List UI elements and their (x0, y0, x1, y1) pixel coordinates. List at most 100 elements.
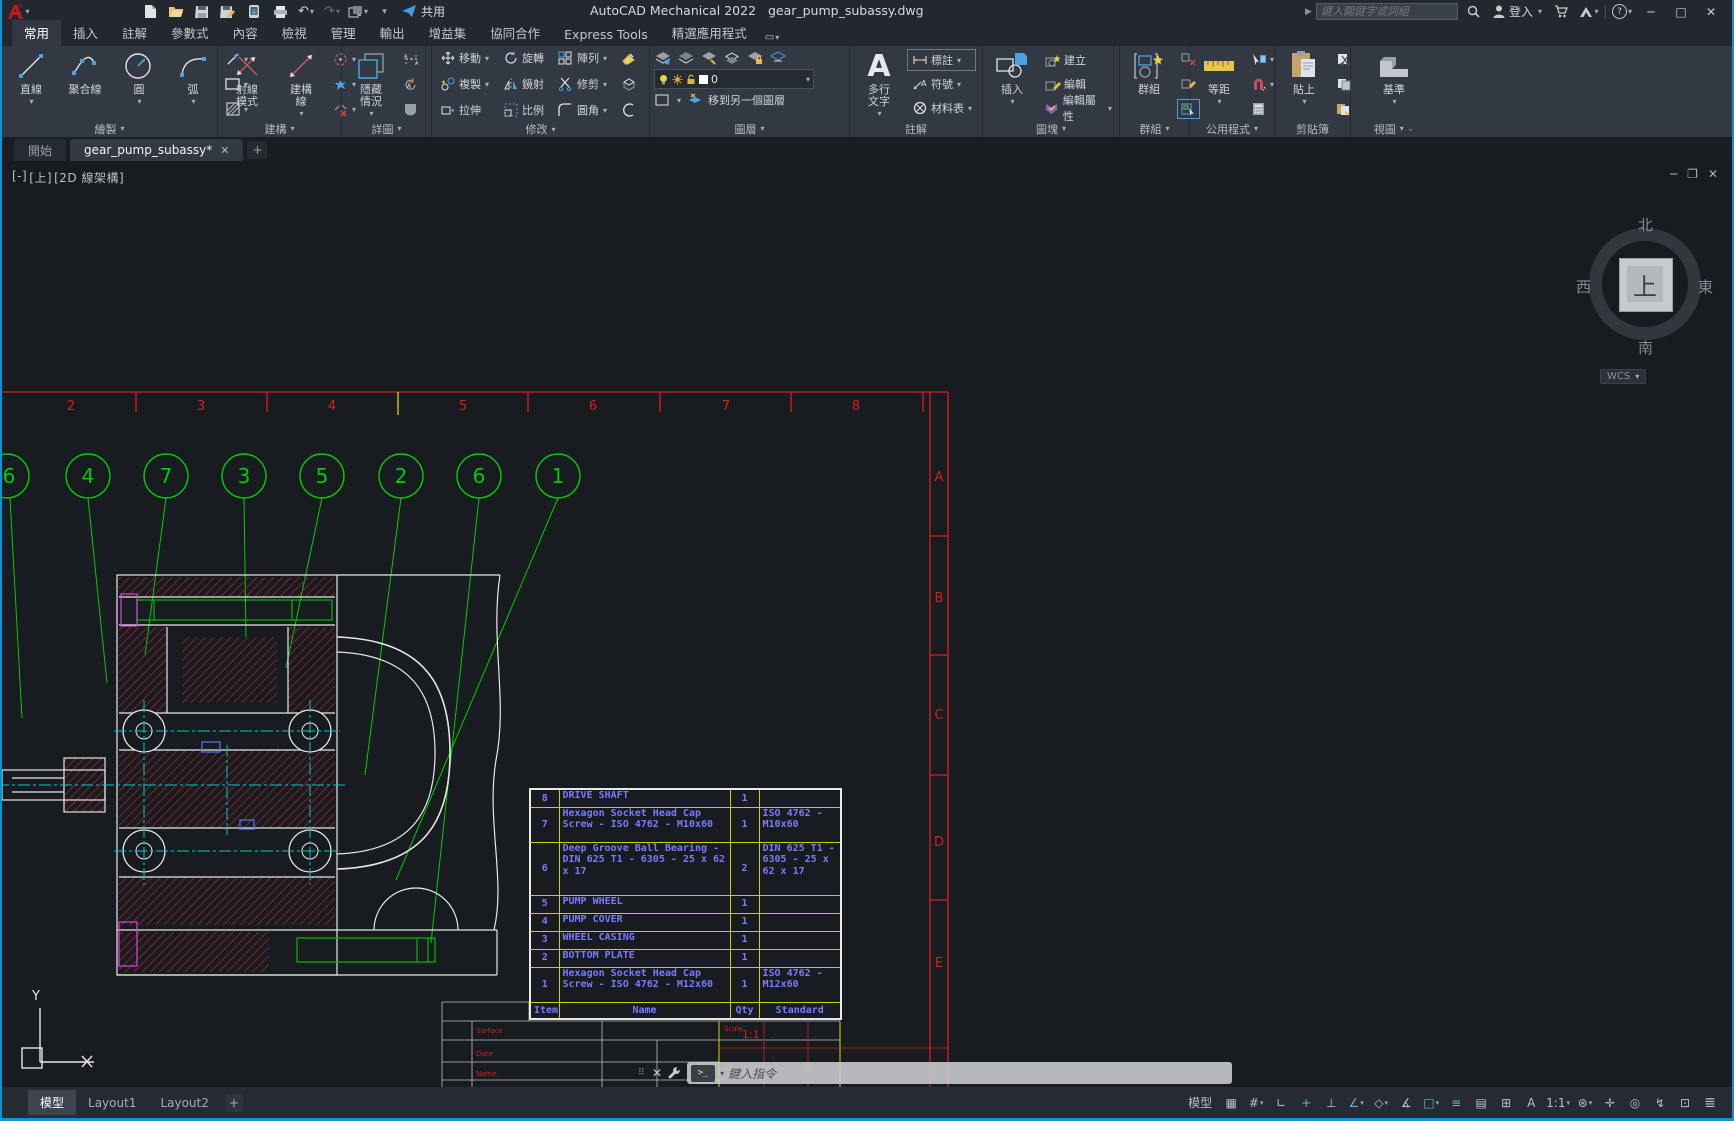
mtext-button[interactable]: A 多行 文字▾ (854, 48, 904, 120)
ray-mode-button[interactable]: 射線 模式 (222, 48, 272, 120)
copy-button[interactable]: 複製▾ (436, 74, 497, 94)
command-input-bar[interactable]: >_ ▾ 鍵入指令 (687, 1062, 1232, 1084)
grid-toggle[interactable]: ▦ (1219, 1092, 1243, 1114)
hide-situation-button[interactable]: 隱藏 情況▾ (346, 48, 396, 120)
balloon-callouts[interactable]: 6 4 7 3 5 2 6 1 (2, 454, 580, 498)
layer-freeze-button[interactable] (723, 50, 740, 67)
polar-tracking-toggle[interactable]: ∠▾ (1344, 1092, 1368, 1114)
panel-label-utilities[interactable]: 公用程式▾ (1190, 120, 1274, 137)
erase-button[interactable] (617, 48, 645, 68)
array-button[interactable]: 陣列▾ (554, 48, 615, 68)
viewcube[interactable]: 北 西 東 南 上 (1580, 219, 1710, 349)
doc-close-button[interactable]: ✕ (1708, 167, 1718, 181)
command-prompt-icon[interactable]: >_ (691, 1065, 715, 1082)
layer-dropdown[interactable]: 0 ▾ (654, 69, 814, 89)
ucs-icon[interactable]: Y (22, 989, 94, 1068)
new-drawing-tab-button[interactable]: + (247, 141, 267, 159)
clean-screen-button[interactable]: ⊡ (1673, 1092, 1697, 1114)
file-tab-close-icon[interactable]: ✕ (220, 144, 229, 157)
viewcube-west[interactable]: 西 (1576, 276, 1591, 297)
panel-label-construct[interactable]: 建構▾ (218, 120, 341, 137)
panel-label-group[interactable]: 群組▾ (1120, 120, 1189, 137)
move-to-layer-icon[interactable] (686, 92, 703, 109)
graphics-performance-button[interactable]: ↯ (1648, 1092, 1672, 1114)
tab-content[interactable]: 內容 (221, 20, 270, 46)
transparency-toggle[interactable]: ▤ (1469, 1092, 1493, 1114)
tab-annotate[interactable]: 註解 (110, 20, 159, 46)
tab-view[interactable]: 檢視 (270, 20, 319, 46)
open-from-web-mobile-button[interactable] (242, 1, 266, 22)
layer-properties-button[interactable] (654, 50, 671, 67)
command-line-settings-button[interactable] (668, 1067, 681, 1080)
customization-button[interactable]: ≣ (1698, 1092, 1722, 1114)
dimension-button[interactable]: 標註▾ (908, 50, 975, 70)
insert-block-button[interactable]: 插入▾ (987, 48, 1037, 120)
ribbon-display-toggle[interactable]: ▭▾ (759, 25, 785, 46)
arc-button[interactable]: 弧▾ (168, 48, 218, 120)
layer-lock-button[interactable] (746, 50, 763, 67)
viewcube-south[interactable]: 南 (1638, 337, 1653, 358)
panel-label-block[interactable]: 圖塊▾ (983, 120, 1119, 137)
help-button[interactable]: ?▾ (1610, 1, 1634, 22)
drawing-canvas[interactable]: 2 3 4 5 6 7 8 A B C D E (2, 161, 1732, 1087)
autodesk-account-button[interactable]: ▾ (1577, 1, 1601, 22)
ortho-toggle[interactable]: ⊥ (1319, 1092, 1343, 1114)
layer-off-button[interactable] (654, 92, 671, 109)
visual-style-menu-button[interactable]: [2D 線架構] (54, 169, 124, 186)
redo-button[interactable]: ↷▾ (320, 1, 344, 22)
plot-button[interactable] (268, 1, 292, 22)
panel-label-layers[interactable]: 圖層▾ (650, 120, 849, 137)
command-input-placeholder[interactable]: 鍵入指令 (728, 1065, 776, 1082)
block-edit-button[interactable]: 編輯 (1041, 74, 1115, 94)
search-collapse-arrow-icon[interactable]: ▶ (1305, 7, 1312, 17)
panel-label-annotate[interactable]: 註解 (850, 120, 982, 137)
isodraft-toggle[interactable]: ◇▾ (1369, 1092, 1393, 1114)
layer-isolate-button[interactable] (700, 50, 717, 67)
tab-parametric[interactable]: 參數式 (159, 20, 221, 46)
share-button[interactable]: 共用 (398, 1, 449, 22)
snap-toggle[interactable]: #▾ (1244, 1092, 1268, 1114)
annotation-scale-button[interactable]: 1:1▾ (1544, 1092, 1572, 1114)
tab-manage[interactable]: 管理 (319, 20, 368, 46)
symbol-button[interactable]: A符號▾ (908, 74, 975, 94)
tab-express-tools[interactable]: Express Tools (552, 24, 660, 46)
selection-cycling-toggle[interactable]: ⊞ (1494, 1092, 1518, 1114)
layout1-tab[interactable]: Layout1 (76, 1092, 148, 1114)
qat-customize-button[interactable]: ▾ (372, 1, 396, 22)
open-file-button[interactable] (164, 1, 188, 22)
annotation-monitor-toggle[interactable]: ✛ (1598, 1092, 1622, 1114)
command-line-close-icon[interactable]: ✕ (652, 1066, 662, 1080)
bom-button[interactable]: 材料表▾ (908, 98, 975, 118)
construction-line-button[interactable]: 建構 線▾ (276, 48, 326, 120)
power-snap-button[interactable]: ▾ (1248, 75, 1276, 93)
layer-match-button[interactable] (769, 50, 786, 67)
new-file-button[interactable] (138, 1, 162, 22)
save-as-button[interactable] (216, 1, 240, 22)
panel-label-detail[interactable]: 詳圖▾ (342, 120, 431, 137)
move-to-layer-label[interactable]: 移到另一個圖層 (708, 92, 785, 108)
doc-minimize-button[interactable]: ─ (1670, 167, 1677, 181)
object-snap-toggle[interactable]: □▾ (1419, 1092, 1443, 1114)
object-snap-tracking-toggle[interactable]: ∡ (1394, 1092, 1418, 1114)
rotate-button[interactable]: 旋轉 (499, 48, 552, 68)
model-tab[interactable]: 模型 (28, 1090, 76, 1115)
block-edit-attributes-button[interactable]: 編輯屬性▾ (1041, 98, 1115, 118)
isolate-objects-button[interactable]: ◎ (1623, 1092, 1647, 1114)
panel-label-draw[interactable]: 繪製▾ (2, 120, 217, 137)
undo-button[interactable]: ↶▾ (294, 1, 318, 22)
file-tab-document[interactable]: gear_pump_subassy* ✕ (70, 139, 243, 161)
stretch-button[interactable]: 拉伸 (436, 100, 497, 120)
measure-button[interactable]: 等距▾ (1194, 48, 1244, 120)
panel-label-modify[interactable]: 修改▾ (432, 121, 649, 137)
command-line[interactable]: ⠿ ✕ >_ ▾ 鍵入指令 (638, 1060, 1232, 1086)
explode-button[interactable] (617, 74, 645, 94)
model-space-toggle[interactable]: 模型 (1182, 1092, 1218, 1114)
save-button[interactable] (190, 1, 214, 22)
group-button[interactable]: 群組 (1124, 48, 1174, 120)
lineweight-toggle[interactable]: ≡ (1444, 1092, 1468, 1114)
switch-windows-button[interactable]: ▾ (346, 1, 370, 22)
workspace-switching-button[interactable]: ⊛▾ (1573, 1092, 1597, 1114)
fillet-button[interactable]: 圓角▾ (554, 100, 615, 120)
tab-collaborate[interactable]: 協同合作 (478, 20, 552, 46)
app-store-button[interactable] (1549, 1, 1573, 22)
